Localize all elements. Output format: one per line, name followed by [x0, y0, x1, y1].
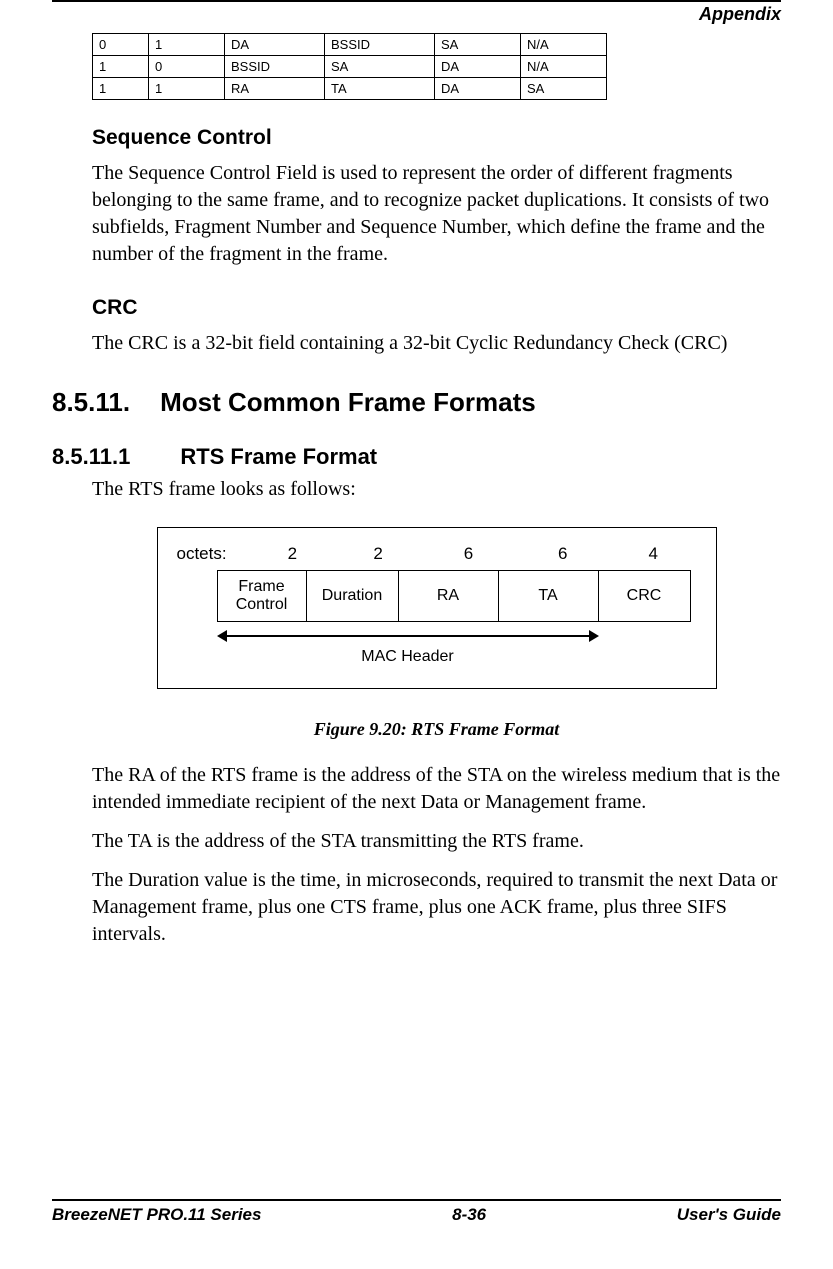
frame-field: FrameControl [217, 570, 307, 622]
mac-header-arrow [217, 628, 599, 644]
cell: 0 [93, 34, 149, 56]
cell: BSSID [325, 34, 435, 56]
table-row: 0 1 DA BSSID SA N/A [93, 34, 607, 56]
frame-field: TA [499, 570, 599, 622]
cell: N/A [521, 34, 607, 56]
frame-field: Duration [307, 570, 399, 622]
cell: DA [435, 78, 521, 100]
cell: 1 [149, 34, 225, 56]
mac-header-label: MAC Header [217, 648, 599, 666]
section-heading: 8.5.11. Most Common Frame Formats [52, 387, 781, 418]
sequence-control-body: The Sequence Control Field is used to re… [92, 160, 781, 268]
cell: RA [225, 78, 325, 100]
cell: DA [225, 34, 325, 56]
address-table: 0 1 DA BSSID SA N/A 1 0 BSSID SA DA N/A … [92, 33, 607, 100]
cell: SA [435, 34, 521, 56]
table-row: 1 1 RA TA DA SA [93, 78, 607, 100]
header-label: Appendix [52, 4, 781, 25]
frame-field: CRC [599, 570, 691, 622]
crc-heading: CRC [92, 296, 781, 320]
paragraph: The TA is the address of the STA transmi… [92, 828, 781, 855]
header-rule [52, 0, 781, 2]
cell: SA [521, 78, 607, 100]
subsection-title: RTS Frame Format [180, 444, 377, 469]
footer-center: 8-36 [452, 1205, 486, 1225]
subsection-intro: The RTS frame looks as follows: [92, 478, 781, 501]
cell: SA [325, 56, 435, 78]
cell: 0 [149, 56, 225, 78]
cell: N/A [521, 56, 607, 78]
rts-figure: octets: 2 2 6 6 4 FrameControl Duration … [157, 527, 717, 689]
cell: 1 [93, 78, 149, 100]
paragraph: The Duration value is the time, in micro… [92, 867, 781, 948]
subsection-number: 8.5.11.1 [52, 444, 130, 470]
octet-value: 2 [335, 544, 422, 564]
cell: DA [435, 56, 521, 78]
footer-left: BreezeNET PRO.11 Series [52, 1205, 261, 1225]
cell: BSSID [225, 56, 325, 78]
footer-rule [52, 1199, 781, 1201]
octet-value: 4 [610, 544, 697, 564]
octet-value: 6 [421, 544, 515, 564]
octets-label: octets: [177, 544, 250, 564]
paragraph: The RA of the RTS frame is the address o… [92, 762, 781, 816]
cell: 1 [93, 56, 149, 78]
octet-value: 2 [250, 544, 335, 564]
table-row: 1 0 BSSID SA DA N/A [93, 56, 607, 78]
subsection-heading: 8.5.11.1 RTS Frame Format [52, 444, 781, 470]
sequence-control-heading: Sequence Control [92, 126, 781, 150]
section-title: Most Common Frame Formats [160, 387, 536, 417]
octets-row: octets: 2 2 6 6 4 [177, 544, 697, 564]
crc-body: The CRC is a 32-bit field containing a 3… [92, 330, 781, 357]
frame-row: FrameControl Duration RA TA CRC [217, 570, 697, 622]
footer: BreezeNET PRO.11 Series 8-36 User's Guid… [52, 1199, 781, 1225]
cell: 1 [149, 78, 225, 100]
octet-value: 6 [516, 544, 610, 564]
footer-right: User's Guide [677, 1205, 781, 1225]
figure-caption: Figure 9.20: RTS Frame Format [92, 719, 781, 740]
frame-field: RA [399, 570, 499, 622]
cell: TA [325, 78, 435, 100]
section-number: 8.5.11. [52, 387, 130, 418]
